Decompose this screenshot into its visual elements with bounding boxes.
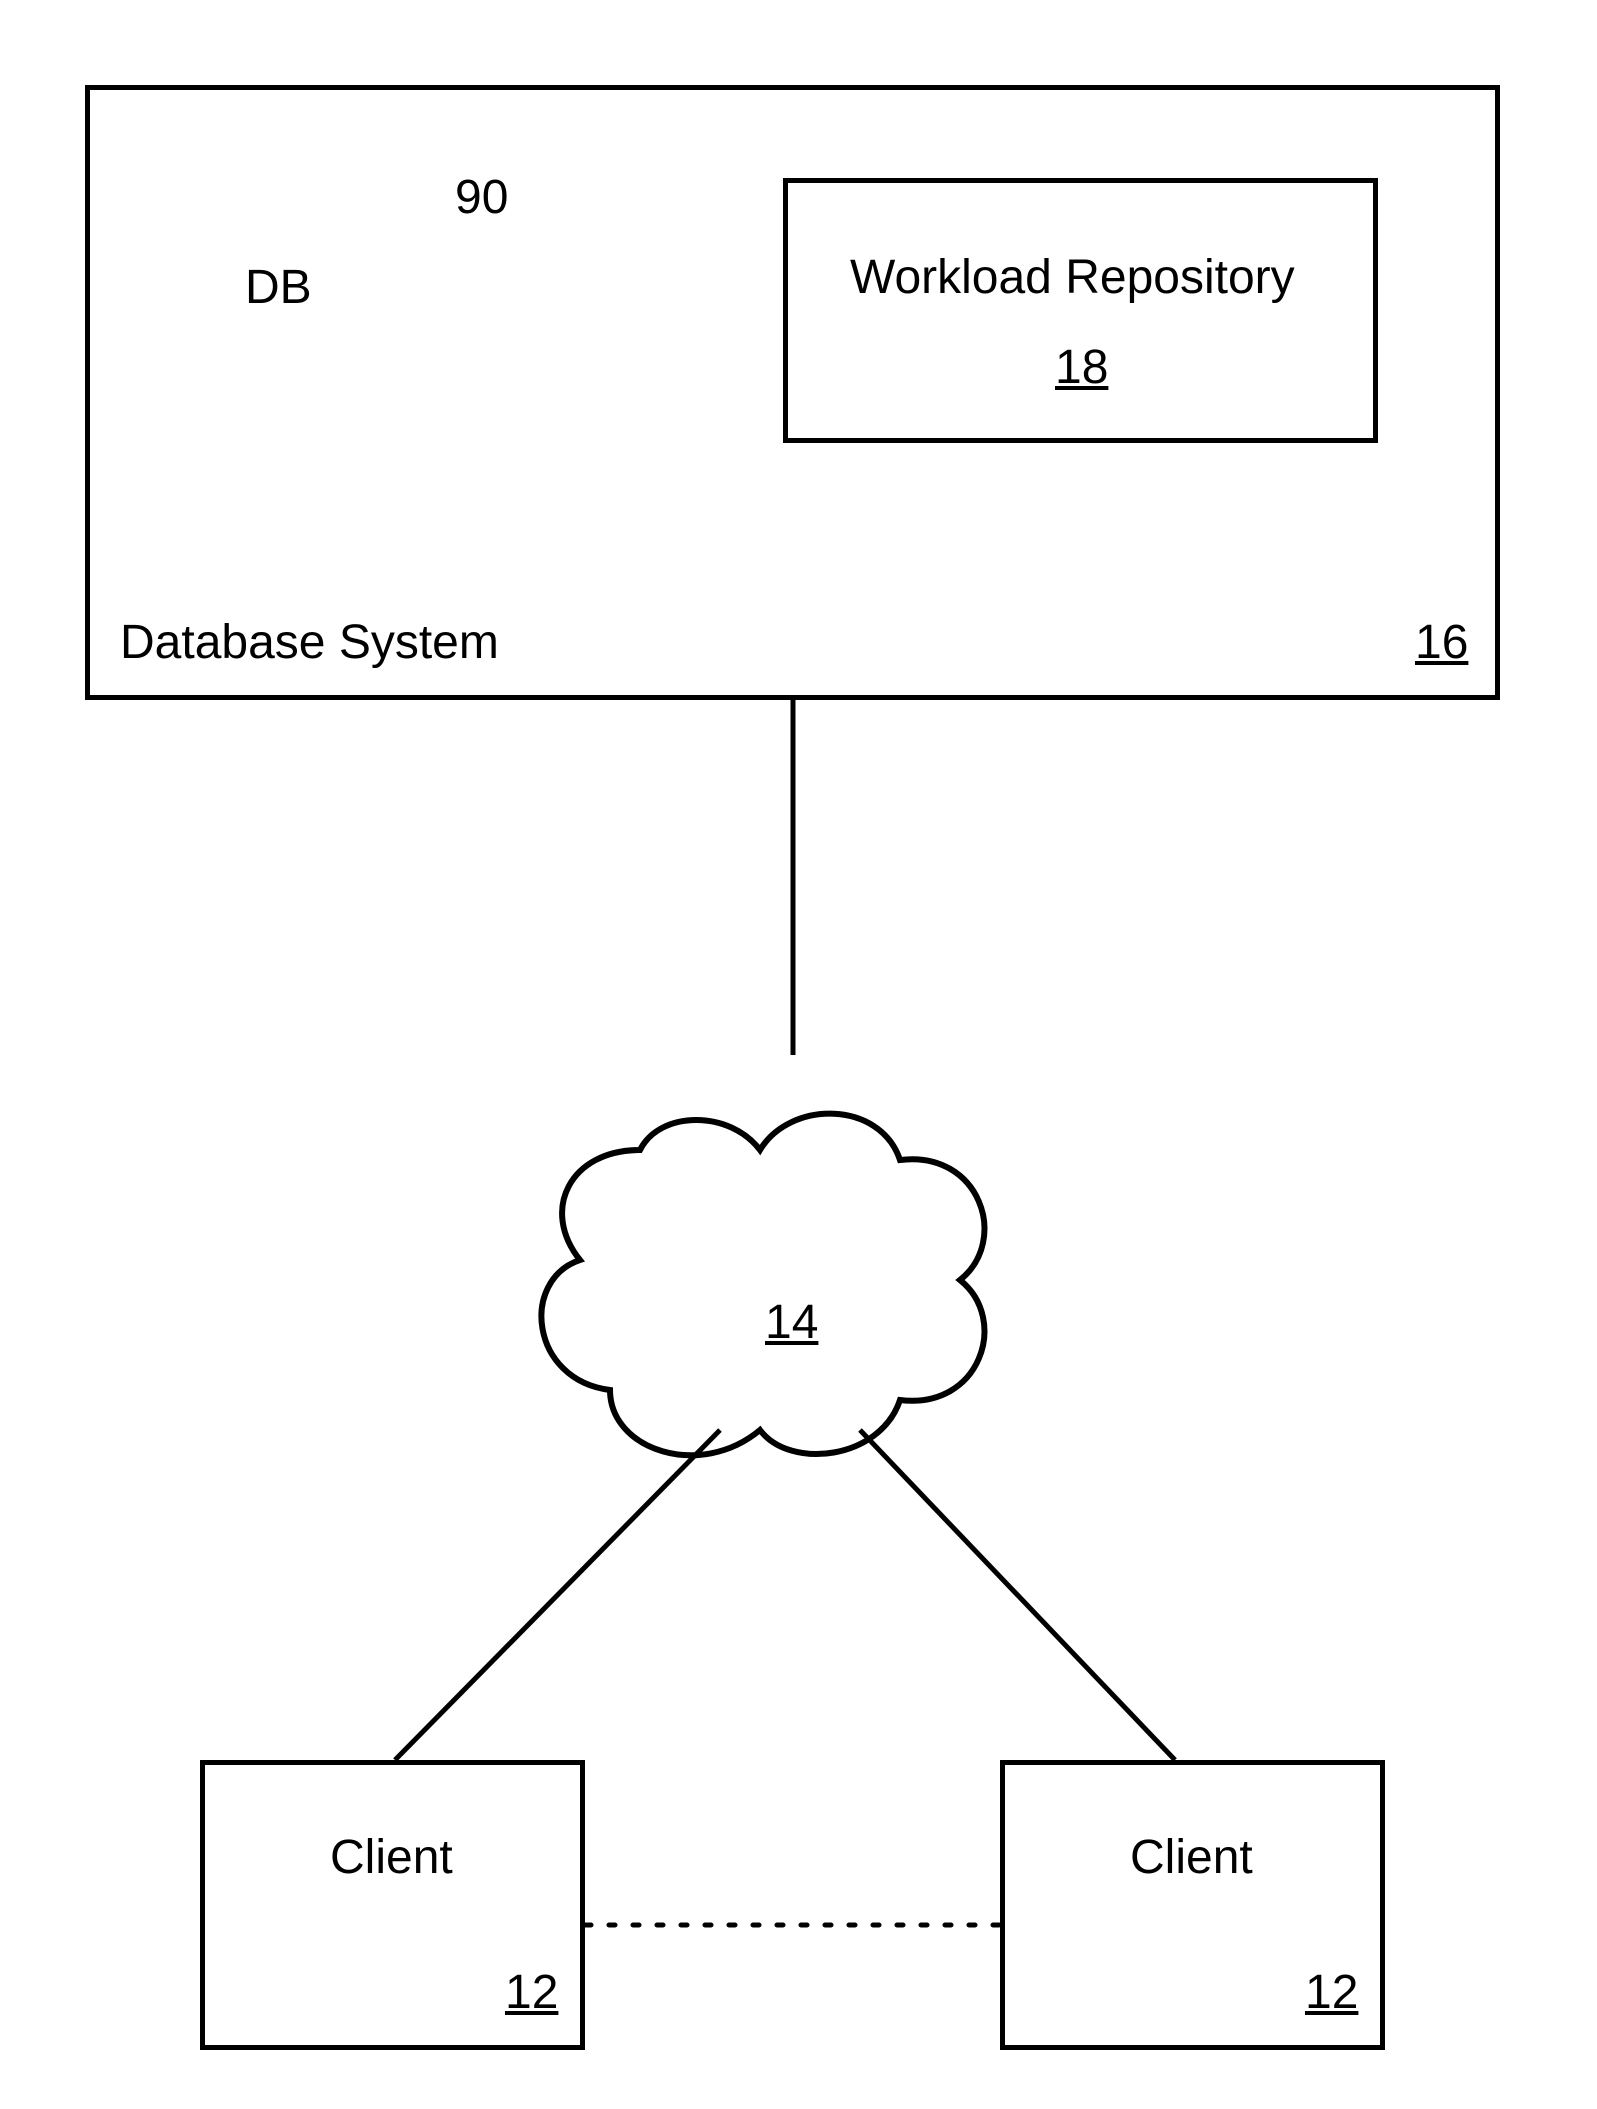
client-left-ref: 12 [505, 1965, 558, 2020]
db-ref-callout: 90 [455, 170, 508, 225]
database-system-ref: 16 [1415, 615, 1468, 670]
database-system-label: Database System [120, 615, 499, 670]
client-right-label: Client [1130, 1830, 1253, 1885]
diagram-canvas: DB 90 Workload Repository 18 Database Sy… [0, 0, 1597, 2109]
cloud-ref: 14 [765, 1295, 818, 1350]
client-right-ref: 12 [1305, 1965, 1358, 2020]
workload-repo-ref: 18 [1055, 340, 1108, 395]
workload-repo-label: Workload Repository [850, 250, 1295, 305]
db-label: DB [245, 260, 312, 315]
client-left-label: Client [330, 1830, 453, 1885]
workload-repository-box [783, 178, 1378, 443]
cloud-icon [541, 1114, 984, 1456]
